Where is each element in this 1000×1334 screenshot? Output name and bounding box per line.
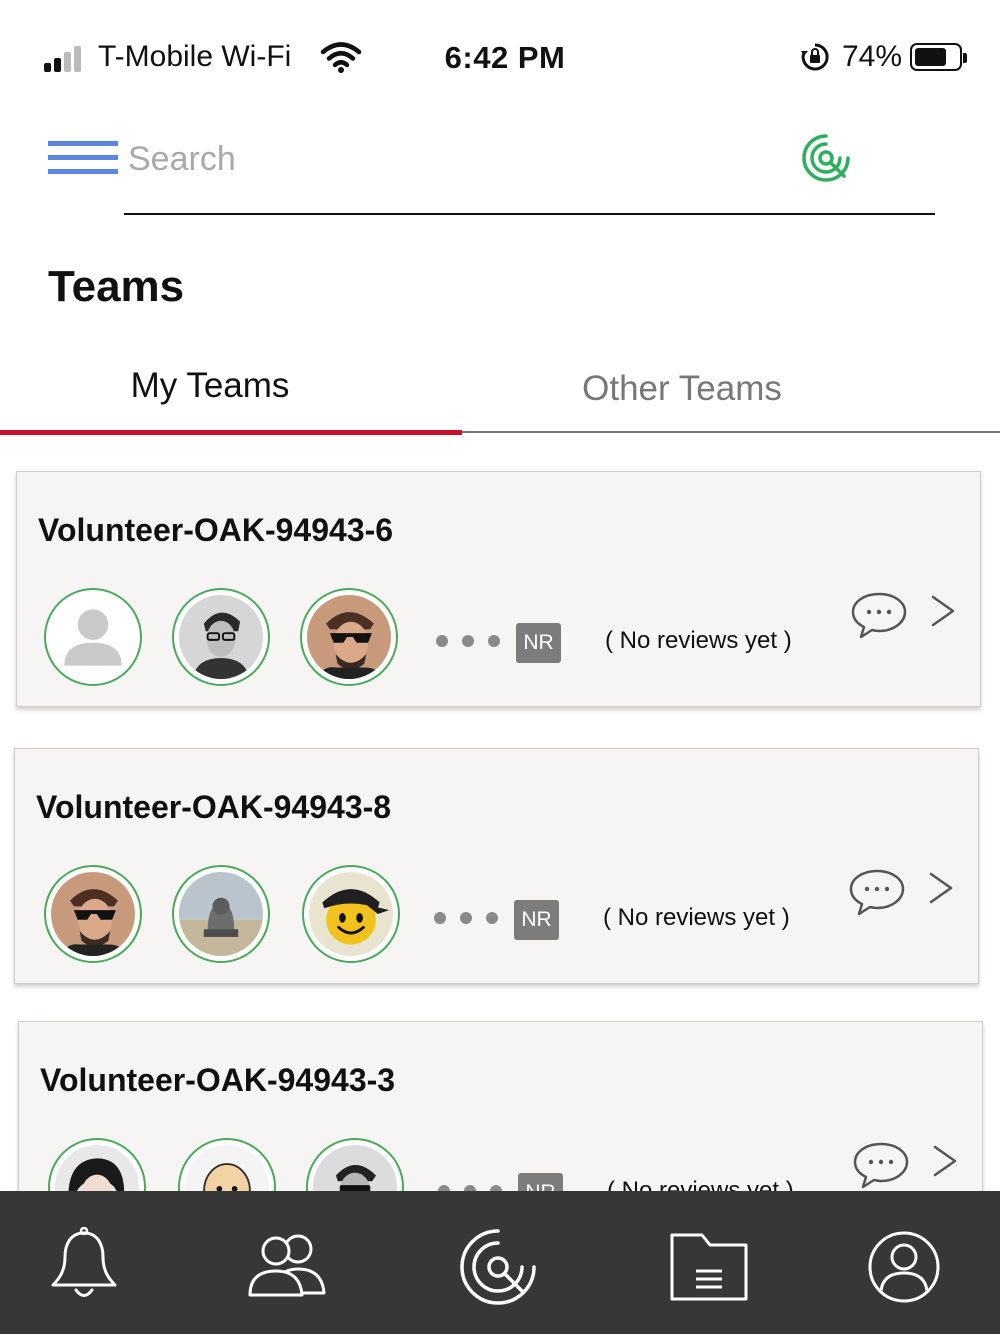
rating-badge: NR bbox=[514, 900, 559, 940]
team-name: Volunteer-OAK-94943-8 bbox=[36, 789, 392, 825]
member-avatar[interactable] bbox=[172, 865, 270, 963]
more-members-dots bbox=[434, 912, 500, 926]
tab-my-teams[interactable]: My Teams bbox=[0, 360, 420, 432]
chat-bubble-icon[interactable] bbox=[850, 590, 908, 640]
bottom-nav-bar bbox=[0, 1191, 1000, 1334]
chevron-right-icon[interactable] bbox=[927, 871, 955, 905]
rating-badge: NR bbox=[516, 623, 561, 663]
bell-icon[interactable] bbox=[39, 1227, 129, 1307]
radar-nav-icon[interactable] bbox=[453, 1227, 543, 1307]
team-name: Volunteer-OAK-94943-6 bbox=[38, 512, 394, 548]
battery-percent: 74% bbox=[842, 40, 903, 73]
folder-icon[interactable] bbox=[664, 1227, 754, 1307]
team-name: Volunteer-OAK-94943-3 bbox=[40, 1062, 396, 1098]
team-card[interactable]: Volunteer-OAK-94943-8 NR ( No reviews ye… bbox=[14, 748, 979, 984]
page-title: Teams bbox=[48, 262, 185, 311]
search-underline bbox=[124, 213, 935, 215]
member-avatar[interactable] bbox=[172, 588, 270, 686]
chat-bubble-icon[interactable] bbox=[852, 1140, 910, 1190]
more-members-dots bbox=[436, 635, 502, 649]
battery-level bbox=[915, 48, 947, 66]
reviews-text: ( No reviews yet ) bbox=[605, 627, 792, 654]
member-avatar[interactable] bbox=[44, 588, 142, 686]
radar-icon[interactable] bbox=[800, 132, 852, 184]
reviews-text: ( No reviews yet ) bbox=[603, 904, 790, 931]
tab-other-teams[interactable]: Other Teams bbox=[462, 360, 902, 432]
rotation-lock-icon bbox=[800, 42, 830, 72]
status-bar: T-Mobile Wi-Fi 6:42 PM 74% bbox=[0, 0, 1000, 110]
hamburger-menu-icon[interactable] bbox=[48, 141, 118, 175]
chevron-right-icon[interactable] bbox=[929, 594, 957, 628]
profile-icon[interactable] bbox=[859, 1227, 949, 1307]
chat-bubble-icon[interactable] bbox=[848, 867, 906, 917]
chevron-right-icon[interactable] bbox=[931, 1144, 959, 1178]
member-avatar[interactable] bbox=[300, 588, 398, 686]
member-avatar[interactable] bbox=[44, 865, 142, 963]
search-input[interactable] bbox=[128, 132, 748, 186]
team-icon[interactable] bbox=[242, 1227, 332, 1307]
member-avatar[interactable] bbox=[302, 865, 400, 963]
active-tab-indicator bbox=[0, 430, 462, 435]
team-card[interactable]: Volunteer-OAK-94943-6 NR ( No reviews ye… bbox=[16, 471, 981, 707]
battery-icon bbox=[910, 43, 967, 71]
